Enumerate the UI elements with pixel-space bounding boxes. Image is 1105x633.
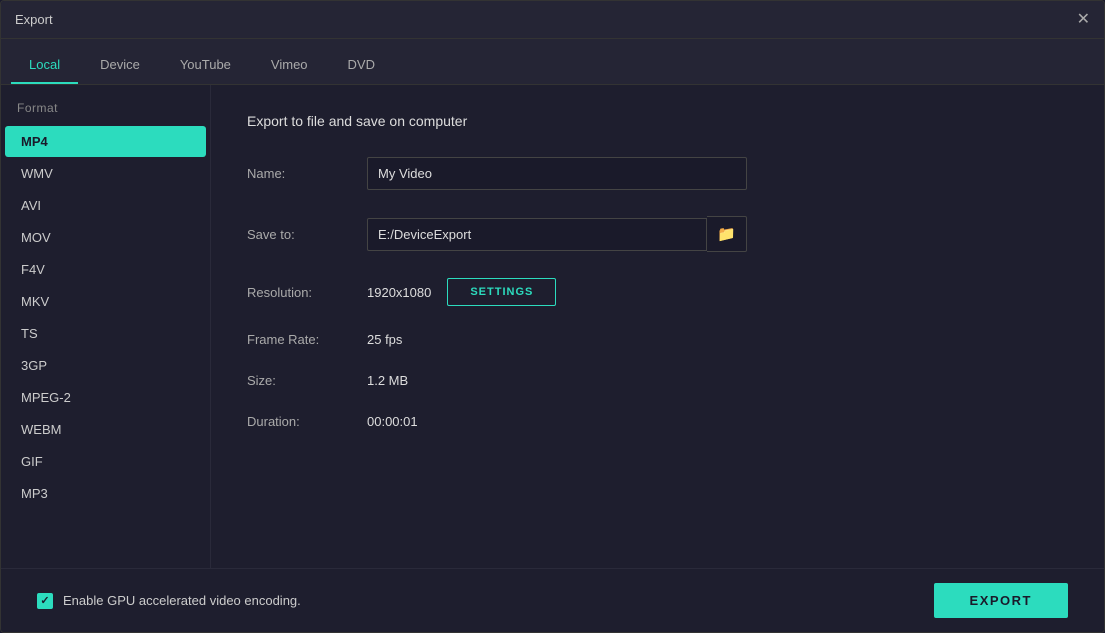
save-to-label: Save to:	[247, 227, 367, 242]
save-to-row: Save to: 📁	[247, 216, 1068, 252]
sidebar-item-gif[interactable]: GIF	[5, 446, 206, 477]
window-title: Export	[15, 12, 53, 27]
gpu-encoding-label[interactable]: Enable GPU accelerated video encoding.	[37, 593, 301, 609]
frame-rate-value: 25 fps	[367, 332, 402, 347]
tabs-bar: Local Device YouTube Vimeo DVD	[1, 39, 1104, 85]
frame-rate-row: Frame Rate: 25 fps	[247, 332, 1068, 347]
browse-button[interactable]: 📁	[707, 216, 747, 252]
folder-icon: 📁	[717, 226, 736, 243]
sidebar-item-mov[interactable]: MOV	[5, 222, 206, 253]
name-input[interactable]	[367, 157, 747, 190]
tab-dvd[interactable]: DVD	[330, 47, 393, 84]
resolution-row: Resolution: 1920x1080 SETTINGS	[247, 278, 1068, 306]
sidebar-item-webm[interactable]: WEBM	[5, 414, 206, 445]
tab-local[interactable]: Local	[11, 47, 78, 84]
titlebar: Export ✕	[1, 1, 1104, 39]
gpu-checkbox[interactable]	[37, 593, 53, 609]
save-to-input[interactable]	[367, 218, 707, 251]
gpu-label-text: Enable GPU accelerated video encoding.	[63, 593, 301, 608]
main-panel-title: Export to file and save on computer	[247, 113, 1068, 129]
save-to-input-group: 📁	[367, 216, 747, 252]
duration-row: Duration: 00:00:01	[247, 414, 1068, 429]
resolution-label: Resolution:	[247, 285, 367, 300]
content-area: Format MP4 WMV AVI MOV F4V MKV TS 3GP MP…	[1, 85, 1104, 568]
sidebar-item-f4v[interactable]: F4V	[5, 254, 206, 285]
sidebar-item-mp4[interactable]: MP4	[5, 126, 206, 157]
bottom-bar: Enable GPU accelerated video encoding. E…	[1, 568, 1104, 632]
resolution-value-group: 1920x1080 SETTINGS	[367, 278, 556, 306]
sidebar-item-mkv[interactable]: MKV	[5, 286, 206, 317]
size-row: Size: 1.2 MB	[247, 373, 1068, 388]
sidebar: Format MP4 WMV AVI MOV F4V MKV TS 3GP MP…	[1, 85, 211, 568]
duration-value: 00:00:01	[367, 414, 418, 429]
size-label: Size:	[247, 373, 367, 388]
duration-label: Duration:	[247, 414, 367, 429]
export-window: Export ✕ Local Device YouTube Vimeo DVD …	[0, 0, 1105, 633]
name-row: Name:	[247, 157, 1068, 190]
tab-youtube[interactable]: YouTube	[162, 47, 249, 84]
frame-rate-label: Frame Rate:	[247, 332, 367, 347]
main-panel: Export to file and save on computer Name…	[211, 85, 1104, 568]
export-button[interactable]: EXPORT	[934, 583, 1068, 618]
name-label: Name:	[247, 166, 367, 181]
sidebar-item-3gp[interactable]: 3GP	[5, 350, 206, 381]
sidebar-item-ts[interactable]: TS	[5, 318, 206, 349]
sidebar-format-header: Format	[1, 101, 210, 125]
sidebar-item-avi[interactable]: AVI	[5, 190, 206, 221]
resolution-value: 1920x1080	[367, 285, 431, 300]
settings-button[interactable]: SETTINGS	[447, 278, 556, 306]
tab-vimeo[interactable]: Vimeo	[253, 47, 326, 84]
sidebar-item-mpeg2[interactable]: MPEG-2	[5, 382, 206, 413]
sidebar-item-wmv[interactable]: WMV	[5, 158, 206, 189]
sidebar-item-mp3[interactable]: MP3	[5, 478, 206, 509]
close-button[interactable]: ✕	[1077, 12, 1090, 28]
size-value: 1.2 MB	[367, 373, 408, 388]
tab-device[interactable]: Device	[82, 47, 158, 84]
